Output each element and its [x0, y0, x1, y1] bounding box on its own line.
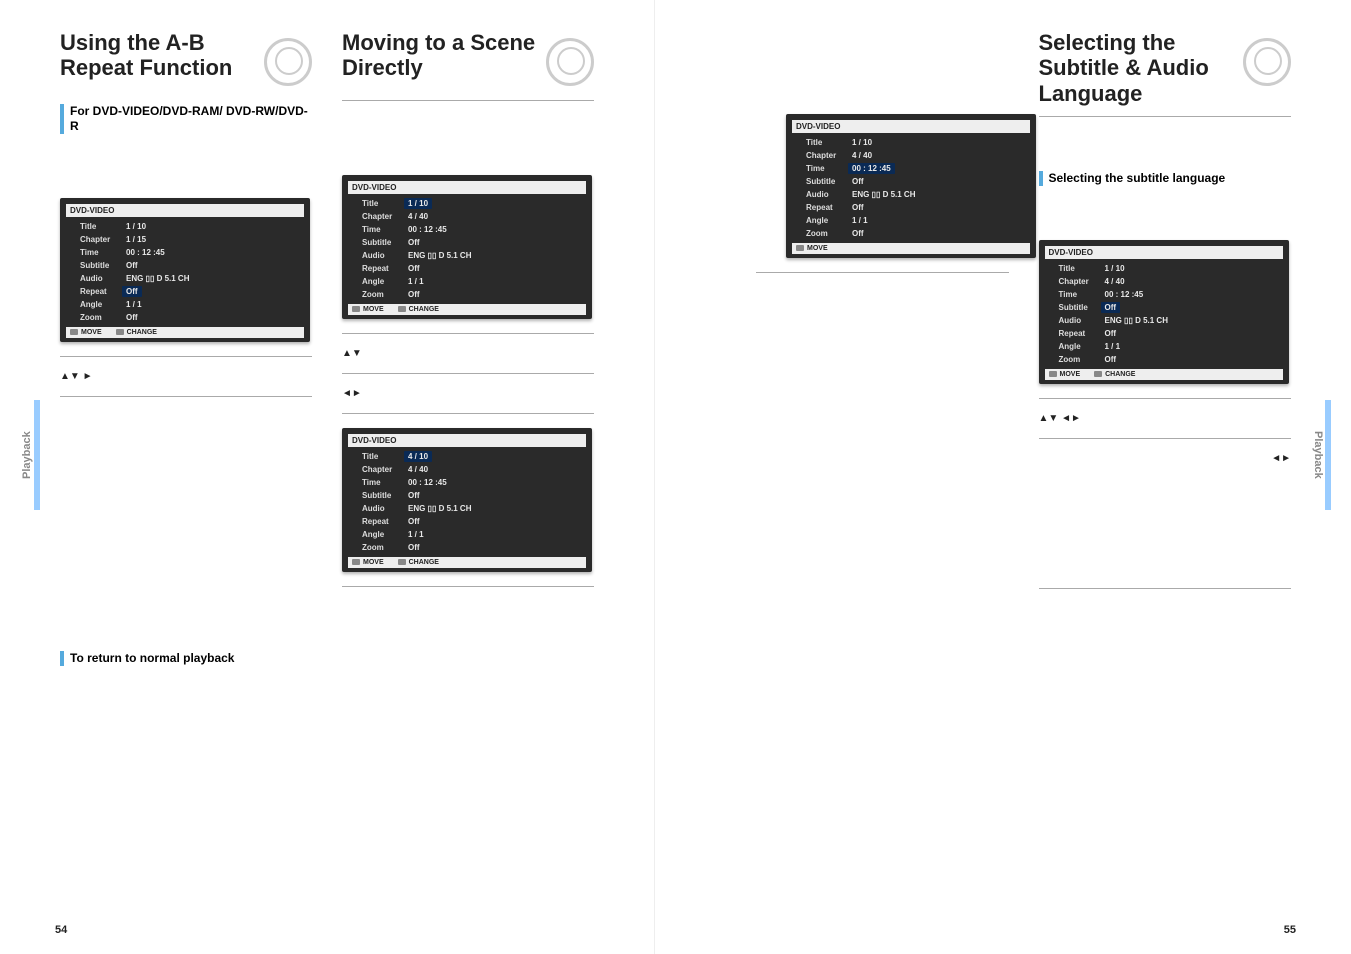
- subtitle-icon: [348, 491, 358, 501]
- angle-icon: [66, 300, 76, 310]
- page-left: Using the A-B Repeat Function For DVD-VI…: [0, 0, 655, 954]
- repeat-icon: [1045, 328, 1055, 338]
- audio-icon: [348, 251, 358, 261]
- title-icon: [792, 138, 802, 148]
- audio-icon: [348, 504, 358, 514]
- osd-selected-value: Off: [1101, 302, 1121, 313]
- section-right-col1: DVD-VIDEO Title1 / 10 Chapter4 / 40 Time…: [756, 30, 1009, 599]
- chapter-icon: [792, 151, 802, 161]
- subheading-select-subtitle: Selecting the subtitle language: [1039, 171, 1292, 186]
- step-arrows-updown-leftright: ▲▼ ◄►: [1039, 413, 1292, 424]
- page-number-left: 54: [55, 924, 67, 936]
- osd-selected-value: 1 / 10: [404, 198, 432, 209]
- repeat-icon: [348, 264, 358, 274]
- zoom-icon: [792, 229, 802, 239]
- repeat-icon: [66, 287, 76, 297]
- title-icon: [1045, 263, 1055, 273]
- page-number-right: 55: [1284, 924, 1296, 936]
- osd-header: DVD-VIDEO: [348, 434, 586, 447]
- heading-ab-repeat: Using the A-B Repeat Function: [60, 30, 312, 90]
- step-arrows-updown-right: ▲▼ ►: [60, 371, 312, 382]
- angle-icon: [348, 530, 358, 540]
- zoom-icon: [66, 313, 76, 323]
- subtitle-icon: [348, 238, 358, 248]
- chapter-icon: [348, 212, 358, 222]
- subtitle-icon: [1045, 302, 1055, 312]
- audio-icon: [66, 274, 76, 284]
- title-icon: [66, 222, 76, 232]
- osd-selected-value: 4 / 10: [404, 451, 432, 462]
- subtitle-icon: [66, 261, 76, 271]
- heading-subtitle-audio: Selecting the Subtitle & Audio Language: [1039, 30, 1292, 106]
- subheading-return-normal: To return to normal playback: [60, 651, 312, 666]
- title-icon: [348, 199, 358, 209]
- section-ab-repeat: Using the A-B Repeat Function For DVD-VI…: [60, 30, 312, 676]
- step-arrows-leftright: ◄►: [342, 388, 594, 399]
- chapter-icon: [348, 465, 358, 475]
- step-arrows-updown: ▲▼: [342, 348, 594, 359]
- audio-icon: [1045, 315, 1055, 325]
- title-icon: [348, 452, 358, 462]
- osd-selected-value: 00 : 12 :45: [848, 163, 895, 174]
- angle-icon: [348, 277, 358, 287]
- osd-header: DVD-VIDEO: [792, 120, 1030, 133]
- osd-move-time: DVD-VIDEO Title1 / 10 Chapter4 / 40 Time…: [786, 114, 1036, 258]
- osd-header: DVD-VIDEO: [348, 181, 586, 194]
- clock-icon: [348, 478, 358, 488]
- chapter-icon: [1045, 276, 1055, 286]
- osd-subtitle: DVD-VIDEO Title1 / 10 Chapter4 / 40 Time…: [1039, 240, 1289, 384]
- repeat-icon: [348, 517, 358, 527]
- osd-ab-repeat: DVD-VIDEO Title1 / 10 Chapter1 / 15 Time…: [60, 198, 310, 342]
- zoom-icon: [1045, 354, 1055, 364]
- osd-selected-value: Off: [122, 286, 142, 297]
- osd-header: DVD-VIDEO: [66, 204, 304, 217]
- audio-icon: [792, 190, 802, 200]
- angle-icon: [792, 216, 802, 226]
- clock-icon: [348, 225, 358, 235]
- osd-move-title4: DVD-VIDEO Title4 / 10 Chapter4 / 40 Time…: [342, 428, 592, 572]
- heading-moving-scene: Moving to a Scene Directly: [342, 30, 594, 90]
- osd-move-title: DVD-VIDEO Title1 / 10 Chapter4 / 40 Time…: [342, 175, 592, 319]
- repeat-icon: [792, 203, 802, 213]
- zoom-icon: [348, 543, 358, 553]
- zoom-icon: [348, 290, 358, 300]
- clock-icon: [1045, 289, 1055, 299]
- chapter-icon: [66, 235, 76, 245]
- angle-icon: [1045, 341, 1055, 351]
- page-right: DVD-VIDEO Title1 / 10 Chapter4 / 40 Time…: [696, 0, 1351, 954]
- section-subtitle-audio: Selecting the Subtitle & Audio Language …: [1039, 30, 1292, 599]
- step-arrows-leftright: ◄►: [1039, 453, 1292, 464]
- clock-icon: [792, 164, 802, 174]
- section-moving-scene: Moving to a Scene Directly DVD-VIDEO Tit…: [342, 30, 594, 676]
- osd-header: DVD-VIDEO: [1045, 246, 1283, 259]
- subtitle-icon: [792, 177, 802, 187]
- subheading-for-dvd: For DVD-VIDEO/DVD-RAM/ DVD-RW/DVD-R: [60, 104, 312, 134]
- clock-icon: [66, 248, 76, 258]
